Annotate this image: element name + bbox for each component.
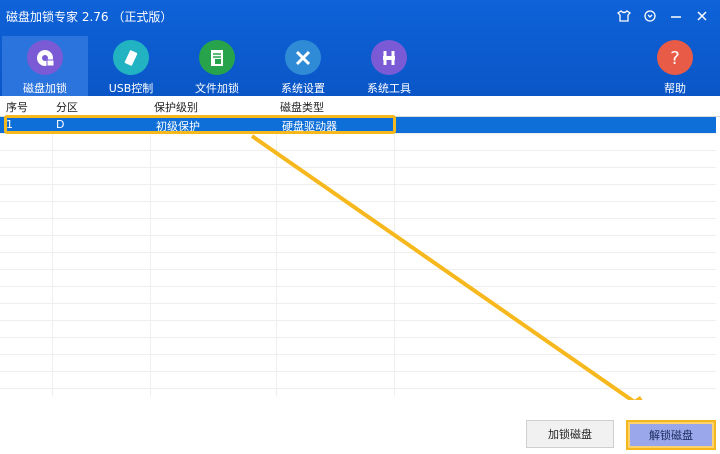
nav-file-lock[interactable]: 文件加锁	[174, 36, 260, 96]
lock-disk-button[interactable]: 加锁磁盘	[526, 420, 614, 448]
nav-label: USB控制	[108, 82, 154, 95]
file-lock-icon	[199, 40, 235, 75]
col-header-disk-type[interactable]: 磁盘类型	[280, 99, 324, 115]
close-icon[interactable]	[692, 6, 712, 26]
table-header: 序号 分区 保护级别 磁盘类型	[0, 96, 720, 117]
toolbox-icon	[371, 40, 407, 75]
empty-row	[0, 270, 716, 287]
footer-bar: 加锁磁盘 解锁磁盘	[0, 400, 720, 454]
empty-row	[0, 338, 716, 355]
header: 磁盘加锁专家 2.76 （正式版） 磁盘加锁 USB控制 文件加锁 系统设置 系…	[0, 0, 720, 96]
empty-row	[0, 202, 716, 219]
empty-row	[0, 151, 716, 168]
svg-text:?: ?	[670, 48, 680, 69]
empty-row	[0, 304, 716, 321]
main-toolbar: 磁盘加锁 USB控制 文件加锁 系统设置 系统工具 ? 帮助	[0, 36, 720, 96]
empty-row	[0, 287, 716, 304]
nav-label: 系统设置	[281, 82, 325, 95]
minimize-icon[interactable]	[666, 6, 686, 26]
empty-row	[0, 236, 716, 253]
window-title: 磁盘加锁专家 2.76 （正式版）	[6, 10, 173, 24]
empty-row	[0, 168, 716, 185]
nav-system-settings[interactable]: 系统设置	[260, 36, 346, 96]
nav-help[interactable]: ? 帮助	[632, 36, 718, 96]
empty-row	[0, 372, 716, 389]
partition-table: 序号 分区 保护级别 磁盘类型 1 D 初级保护 硬盘驱动器 ‹	[0, 96, 720, 414]
empty-row	[0, 134, 716, 151]
empty-row	[0, 185, 716, 202]
app-window: 磁盘加锁专家 2.76 （正式版） 磁盘加锁 USB控制 文件加锁 系统设置 系…	[0, 0, 720, 454]
empty-row	[0, 321, 716, 338]
highlight-box	[4, 115, 396, 134]
nav-label: 文件加锁	[195, 82, 239, 95]
usb-icon	[113, 40, 149, 75]
col-header-partition[interactable]: 分区	[56, 99, 78, 115]
col-header-protection-level[interactable]: 保护级别	[154, 99, 198, 115]
nav-system-tools[interactable]: 系统工具	[346, 36, 432, 96]
nav-usb-control[interactable]: USB控制	[88, 36, 174, 96]
disk-lock-icon	[27, 40, 63, 75]
window-controls	[614, 6, 712, 26]
nav-label: 帮助	[664, 82, 686, 95]
empty-row	[0, 219, 716, 236]
nav-label: 系统工具	[367, 82, 411, 95]
skin-icon[interactable]	[614, 6, 634, 26]
unlock-disk-button[interactable]: 解锁磁盘	[626, 420, 716, 450]
settings-icon[interactable]	[640, 6, 660, 26]
nav-disk-lock[interactable]: 磁盘加锁	[2, 36, 88, 96]
nav-label: 磁盘加锁	[23, 82, 67, 95]
empty-row	[0, 355, 716, 372]
tools-icon	[285, 40, 321, 75]
help-icon: ?	[657, 40, 693, 75]
empty-row	[0, 253, 716, 270]
col-header-index[interactable]: 序号	[6, 99, 28, 115]
